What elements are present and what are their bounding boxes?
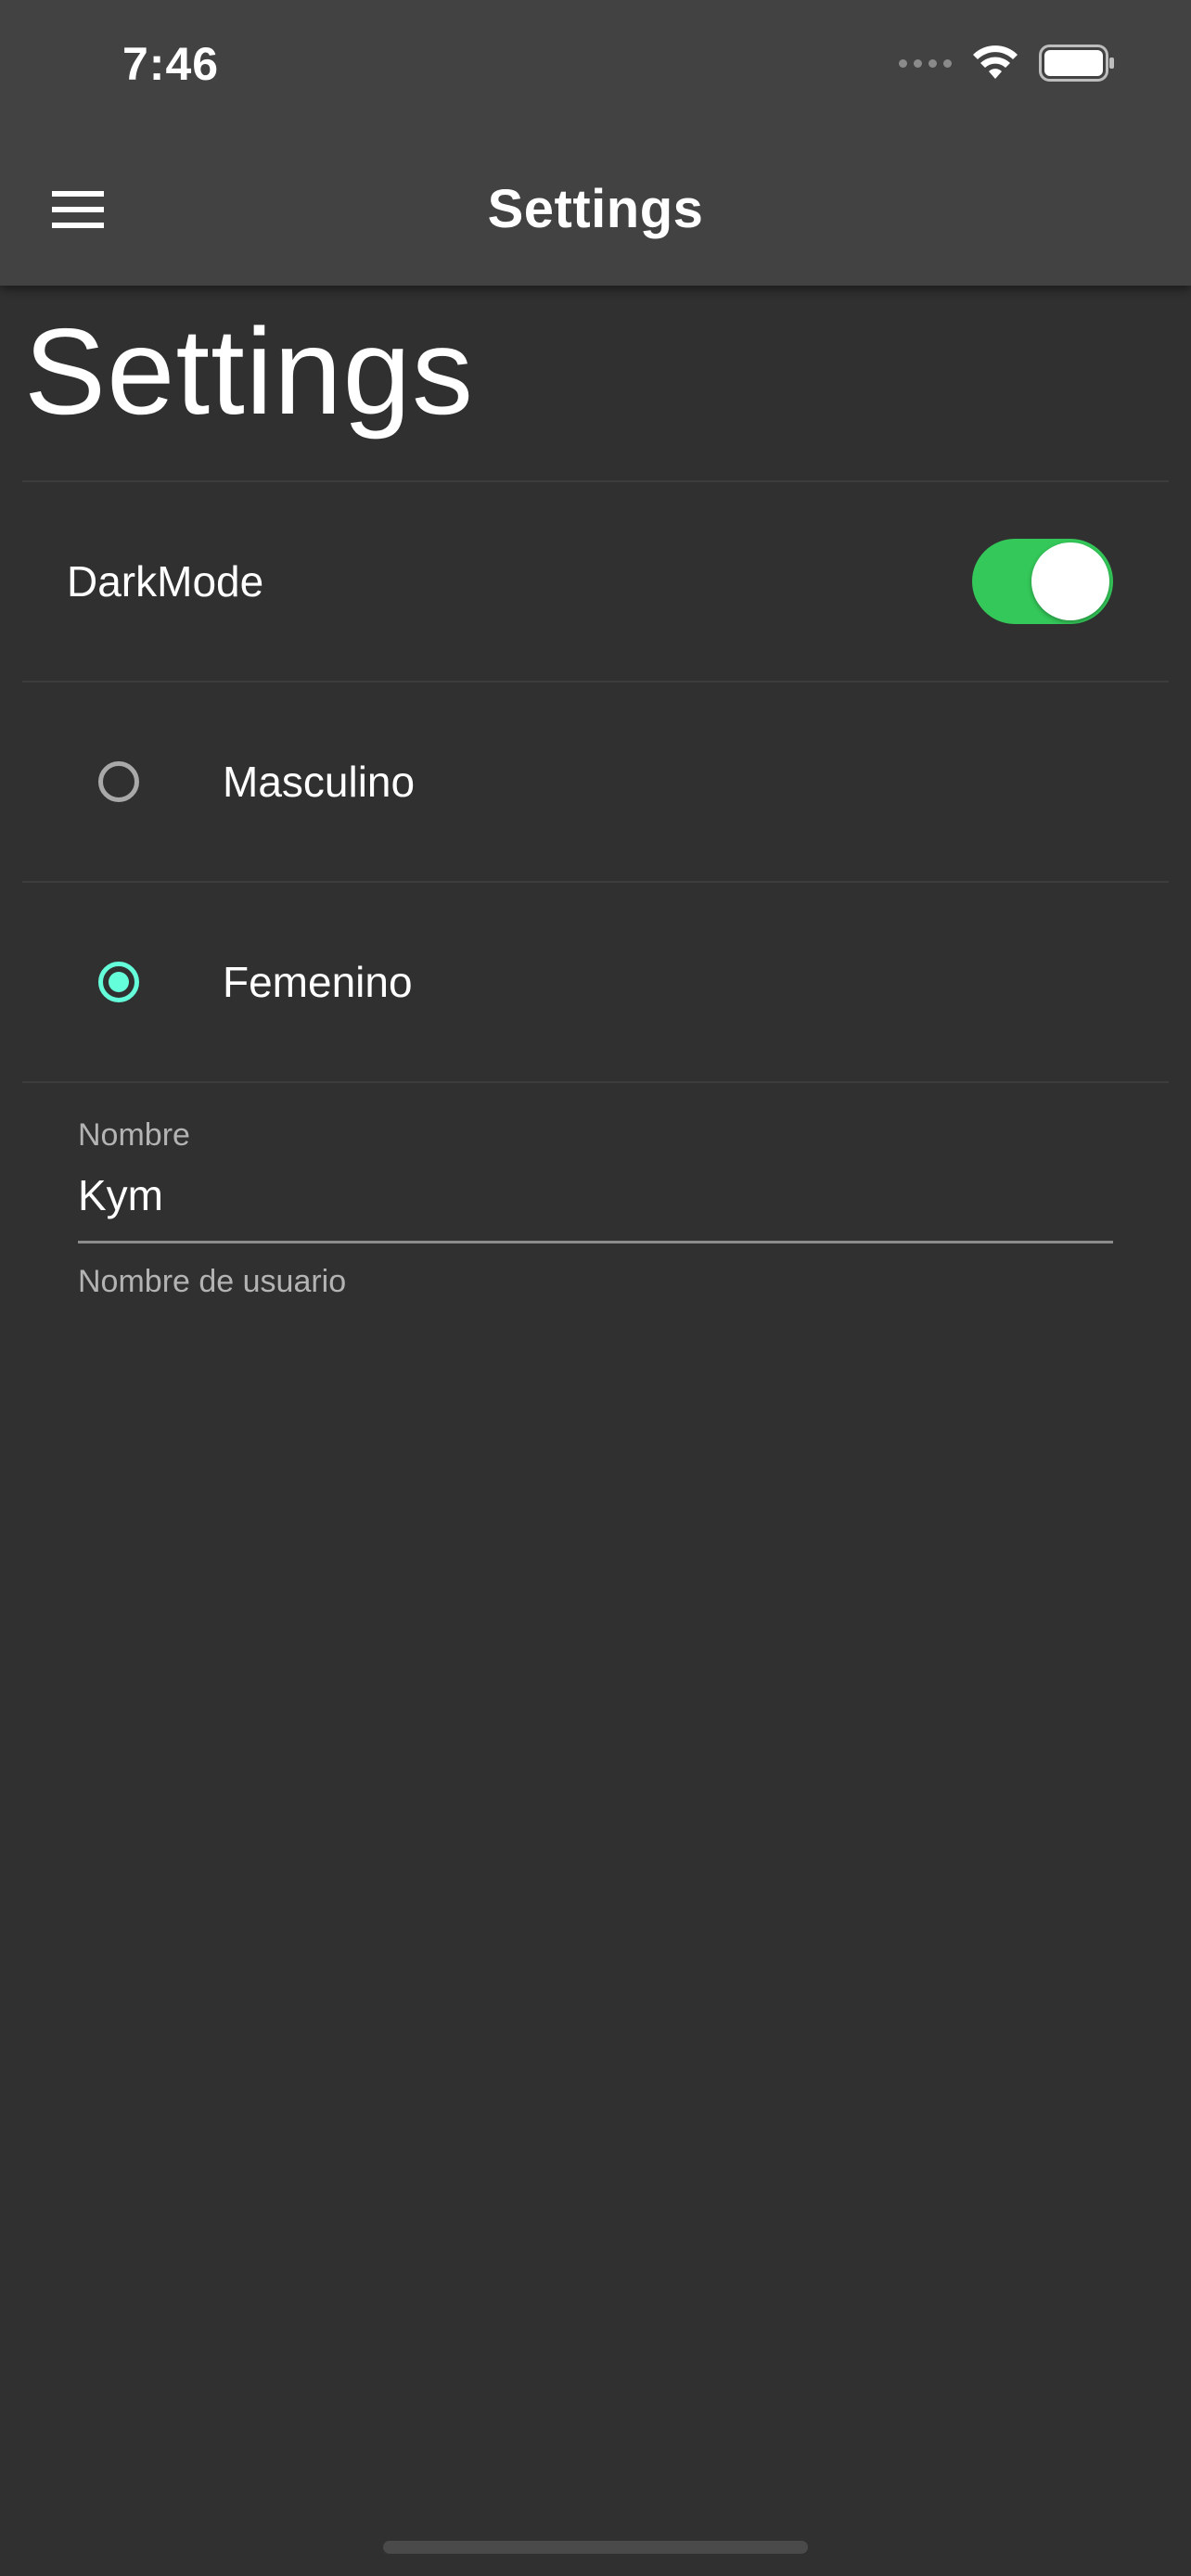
dark-mode-label: DarkMode <box>67 557 264 606</box>
settings-screen: 7:46 Settings Settings DarkMode Masculin… <box>0 0 1191 2576</box>
toggle-knob <box>1031 542 1109 620</box>
radio-label-masculino: Masculino <box>223 758 416 806</box>
cellular-signal-icon <box>899 58 952 68</box>
status-icons <box>899 45 1115 82</box>
name-input[interactable] <box>78 1170 1113 1243</box>
divider <box>22 1081 1169 1083</box>
status-time: 7:46 <box>122 38 220 90</box>
battery-icon <box>1039 45 1114 82</box>
name-field: Nombre Nombre de usuario <box>78 1117 1113 1300</box>
wifi-icon <box>973 45 1018 79</box>
dark-mode-toggle[interactable] <box>972 539 1113 624</box>
radio-button-femenino[interactable] <box>98 962 139 1002</box>
name-field-helper: Nombre de usuario <box>78 1264 347 1299</box>
app-bar: 7:46 Settings <box>0 0 1191 286</box>
dark-mode-row[interactable]: DarkMode <box>22 482 1169 681</box>
radio-button-masculino[interactable] <box>98 761 139 802</box>
page-title: Settings <box>24 303 474 440</box>
radio-option-masculino[interactable]: Masculino <box>22 682 1169 881</box>
name-field-label: Nombre <box>78 1117 190 1153</box>
home-indicator <box>383 2541 808 2554</box>
app-bar-title: Settings <box>487 179 704 239</box>
radio-label-femenino: Femenino <box>223 958 413 1006</box>
radio-option-femenino[interactable]: Femenino <box>22 883 1169 1081</box>
